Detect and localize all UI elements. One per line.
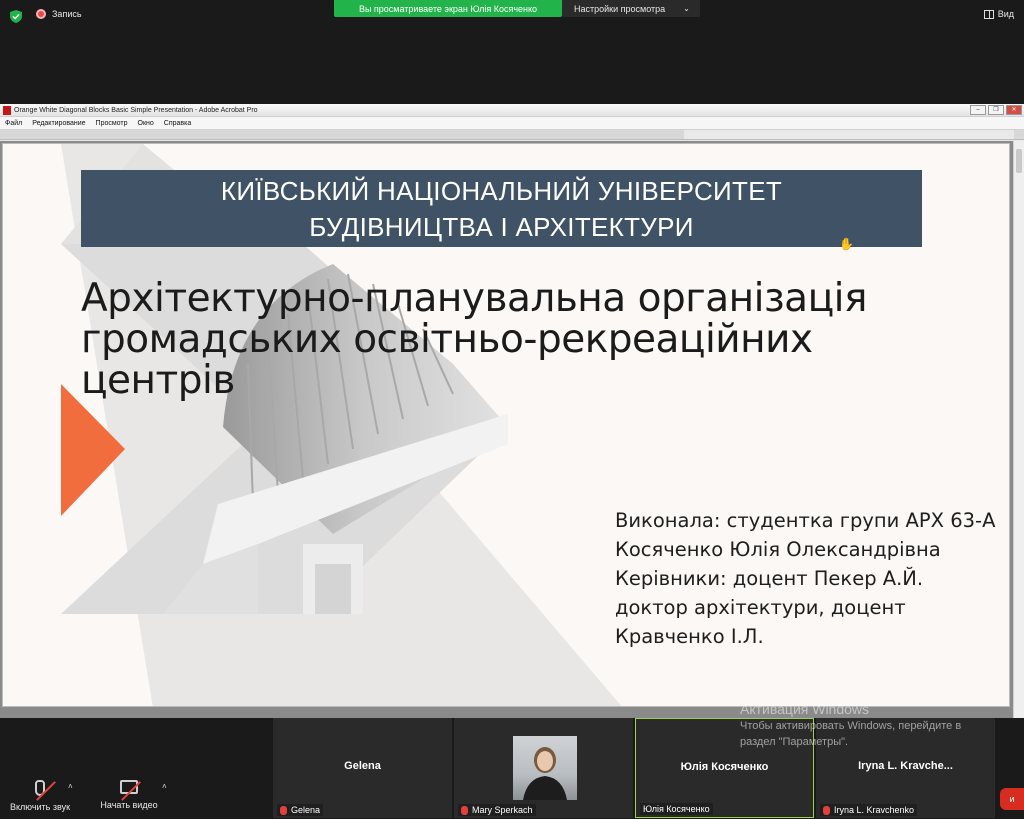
acrobat-menu-bar: Файл Редактирование Просмотр Окно Справк… xyxy=(0,117,1024,130)
recording-indicator[interactable]: Запись xyxy=(36,9,82,19)
start-video-button[interactable]: Начать видео xyxy=(96,780,162,810)
windows-activation-watermark: Активация Windows Чтобы активировать Win… xyxy=(740,700,961,750)
acrobat-title-bar: Orange White Diagonal Blocks Basic Simpl… xyxy=(0,104,1024,117)
university-line-1: КИЇВСЬКИЙ НАЦІОНАЛЬНИЙ УНІВЕРСИТЕТ xyxy=(220,175,783,206)
screen-share-banner: Вы просматриваете экран Юлія Косяченко xyxy=(334,0,562,17)
participant-video xyxy=(513,736,577,800)
view-button-label: Вид xyxy=(997,9,1014,19)
acrobat-toolbar-strip xyxy=(0,130,1024,140)
vertical-scrollbar[interactable] xyxy=(1013,141,1024,718)
record-icon xyxy=(36,9,46,19)
participant-label-text: Iryna L. Kravchenko xyxy=(834,805,915,815)
hand-cursor-icon: ✋ xyxy=(839,237,854,251)
zoom-top-bar: Запись Вы просматриваете экран Юлія Кося… xyxy=(0,0,1024,100)
title-line-3: центрів xyxy=(81,358,235,403)
mic-muted-icon xyxy=(461,805,468,815)
slide-credits: Виконала: студентка групи АРХ 63-А Косяч… xyxy=(615,506,1005,651)
credits-line-1: Виконала: студентка групи АРХ 63-А xyxy=(615,509,996,532)
restore-button[interactable]: ❐ xyxy=(988,105,1004,115)
leave-button-partial[interactable]: и xyxy=(1000,788,1024,810)
menu-view[interactable]: Просмотр xyxy=(96,120,128,127)
recording-label: Запись xyxy=(52,9,82,19)
participant-label: Юлія Косяченко xyxy=(640,803,713,815)
participant-center-name: Юлія Косяченко xyxy=(680,761,769,773)
grid-view-icon xyxy=(983,9,994,19)
video-options-caret-icon[interactable]: ˄ xyxy=(162,782,167,791)
participant-label: Mary Sperkach xyxy=(458,804,536,816)
camera-off-icon xyxy=(120,780,141,801)
credits-line-2: Косяченко Юлія Олександрівна xyxy=(615,538,941,561)
participant-tile[interactable]: Mary Sperkach xyxy=(454,718,633,818)
menu-edit[interactable]: Редактирование xyxy=(32,120,85,127)
participant-label-text: Gelena xyxy=(291,805,321,815)
credits-line-5: Кравченко І.Л. xyxy=(615,625,764,648)
view-settings-button[interactable]: Настройки просмотра ⌄ xyxy=(562,0,700,17)
close-button[interactable]: ✕ xyxy=(1006,105,1022,115)
participant-tile[interactable]: Gelena Gelena xyxy=(273,718,452,818)
participant-label: Iryna L. Kravchenko xyxy=(820,804,918,816)
unmute-label: Включить звук xyxy=(9,802,71,812)
title-line-2: громадських освітньо-рекреаційних xyxy=(81,317,813,362)
activation-line-2: раздел "Параметры". xyxy=(740,736,849,748)
minimize-button[interactable]: – xyxy=(970,105,986,115)
credits-line-4: доктор архітектури, доцент xyxy=(615,596,906,619)
participant-label-text: Юлія Косяченко xyxy=(643,804,710,814)
unmute-button[interactable]: Включить звук xyxy=(8,780,72,812)
title-line-1: Архітектурно-планувальна організація xyxy=(81,276,867,321)
presentation-slide: КИЇВСЬКИЙ НАЦІОНАЛЬНИЙ УНІВЕРСИТЕТ БУДІВ… xyxy=(2,143,1010,707)
menu-window[interactable]: Окно xyxy=(138,120,154,127)
university-header-band: КИЇВСЬКИЙ НАЦІОНАЛЬНИЙ УНІВЕРСИТЕТ БУДІВ… xyxy=(81,170,922,247)
view-button[interactable]: Вид xyxy=(983,9,1014,19)
participant-label: Gelena xyxy=(277,804,324,816)
start-video-label: Начать видео xyxy=(100,800,158,810)
activation-title: Активация Windows xyxy=(740,701,870,717)
participant-center-name: Iryna L. Kravche... xyxy=(858,760,953,772)
view-settings-label: Настройки просмотра xyxy=(574,3,666,14)
pdf-app-icon xyxy=(3,106,11,115)
audio-options-caret-icon[interactable]: ˄ xyxy=(68,782,73,791)
credits-line-3: Керівники: доцент Пекер А.Й. xyxy=(615,567,924,590)
security-shield-icon[interactable] xyxy=(10,10,22,23)
microphone-muted-icon xyxy=(35,780,56,801)
participant-center-name: Gelena xyxy=(344,760,381,772)
menu-file[interactable]: Файл xyxy=(5,120,22,127)
acrobat-title: Orange White Diagonal Blocks Basic Simpl… xyxy=(14,106,258,114)
participant-label-text: Mary Sperkach xyxy=(472,805,533,815)
scrollbar-thumb[interactable] xyxy=(1016,149,1022,173)
window-controls: – ❐ ✕ xyxy=(970,105,1022,115)
university-line-2: БУДІВНИЦТВА І АРХІТЕКТУРИ xyxy=(309,211,694,242)
activation-line-1: Чтобы активировать Windows, перейдите в xyxy=(740,720,962,732)
mic-muted-icon xyxy=(280,805,287,815)
zoom-window: Запись Вы просматриваете экран Юлія Кося… xyxy=(0,0,1024,819)
menu-help[interactable]: Справка xyxy=(164,120,191,127)
mic-muted-icon xyxy=(823,805,830,815)
slide-title: Архітектурно-планувальна організація гро… xyxy=(81,278,961,401)
chevron-down-icon: ⌄ xyxy=(683,4,690,13)
